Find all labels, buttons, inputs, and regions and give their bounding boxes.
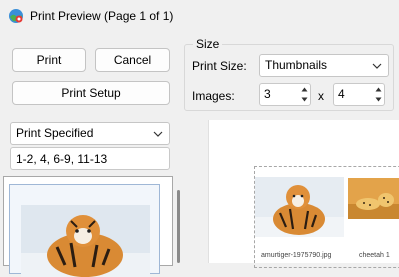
stepper-down-icon[interactable] [372,95,384,106]
cheetah-preview-image [348,178,399,219]
cancel-button[interactable]: Cancel [95,48,170,72]
chevron-down-icon [372,63,382,69]
images-columns-stepper[interactable]: 3 [259,83,311,106]
window-title: Print Preview (Page 1 of 1) [30,9,174,23]
images-rows-stepper[interactable]: 4 [333,83,385,106]
thumbnail-scrollbar-thumb[interactable] [177,190,180,263]
chevron-down-icon [153,131,163,137]
print-size-dropdown[interactable]: Thumbnails [259,54,389,77]
preview-caption-tiger: amurtiger-1975790.jpg [261,252,332,259]
print-button[interactable]: Print [12,48,86,72]
page-range-input[interactable]: 1-2, 4, 6-9, 11-13 [10,147,170,170]
images-x-separator: x [318,89,324,103]
tiger-preview-image [255,177,344,237]
images-columns-value: 3 [264,87,271,101]
size-group-label: Size [193,37,223,51]
print-size-label: Print Size: [192,59,247,73]
stepper-up-icon[interactable] [372,84,384,95]
print-range-dropdown[interactable]: Print Specified [10,122,170,145]
print-setup-button[interactable]: Print Setup [12,81,170,105]
print-size-value: Thumbnails [265,58,328,72]
title-bar: Print Preview (Page 1 of 1) [0,0,399,32]
stepper-down-icon[interactable] [298,95,310,106]
page-thumbnail-selected[interactable] [9,184,160,277]
app-icon [9,9,23,23]
images-label: Images: [192,89,235,103]
stepper-up-icon[interactable] [298,84,310,95]
preview-caption-cheetah: cheetah 1 [359,252,390,259]
images-rows-value: 4 [338,87,345,101]
tiger-thumbnail-image [21,205,150,277]
print-range-value: Print Specified [16,126,94,140]
